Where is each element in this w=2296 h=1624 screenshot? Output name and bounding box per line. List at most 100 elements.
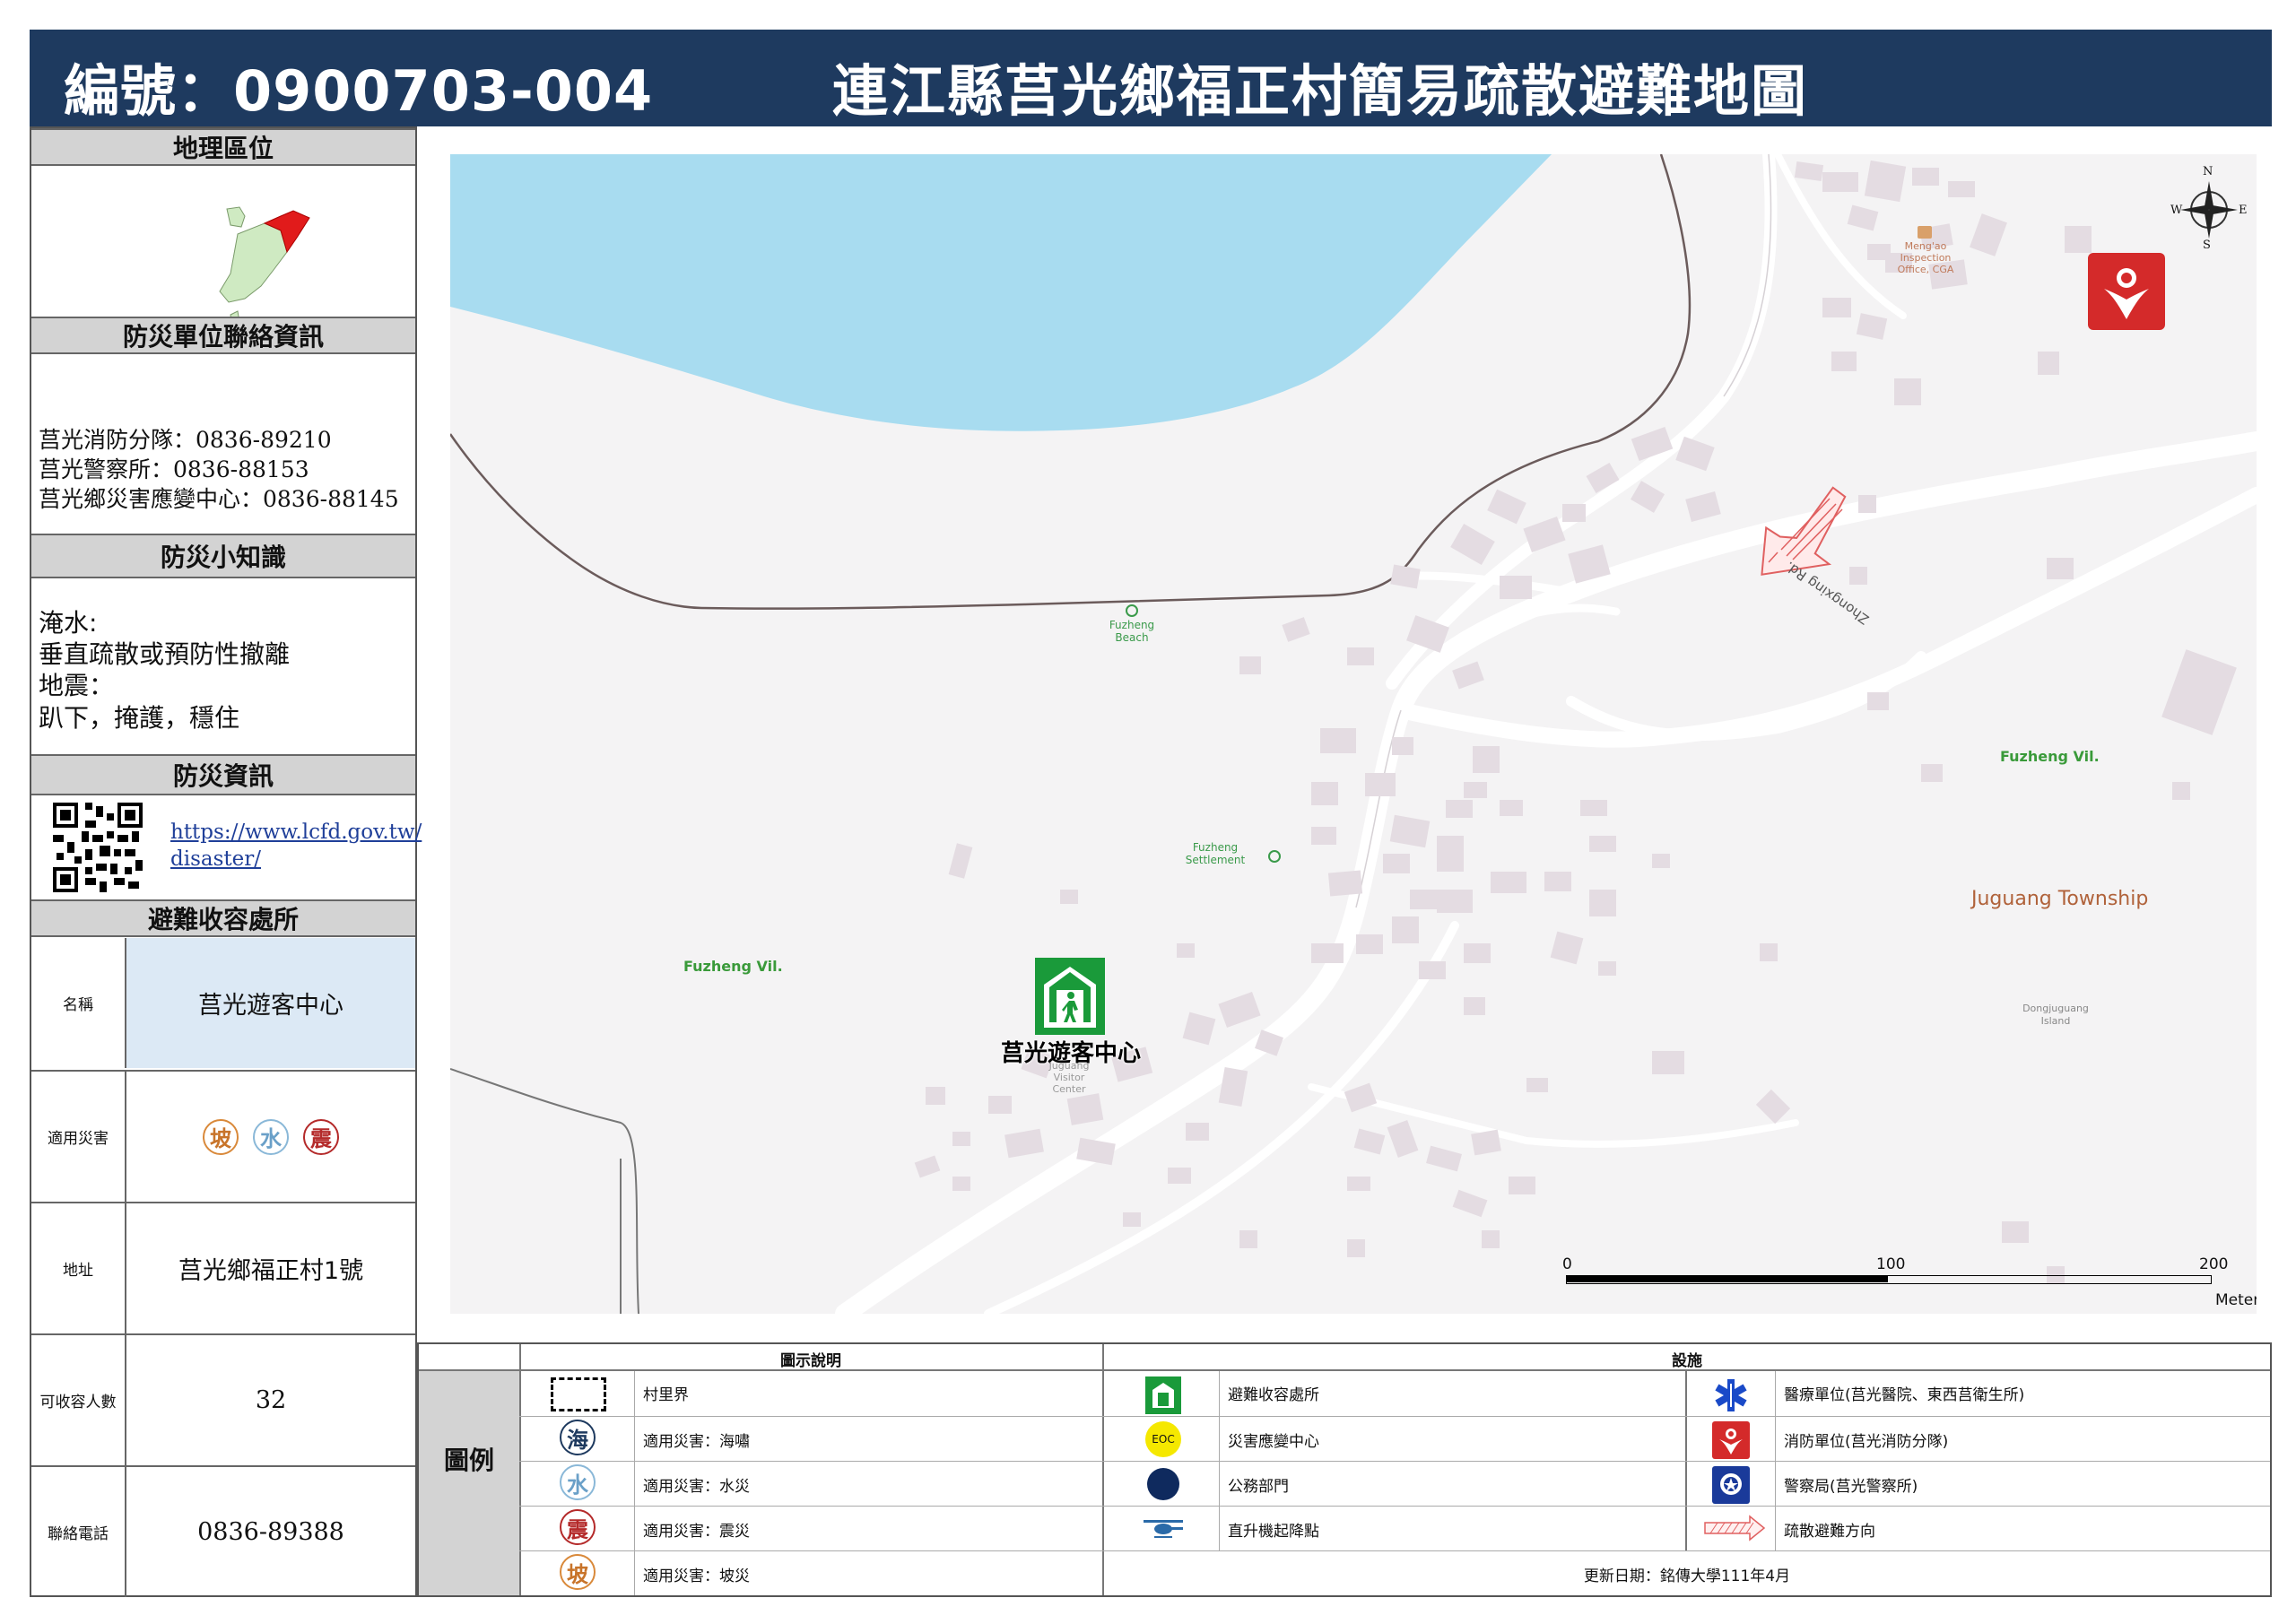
beach-poi-icon[interactable] [1126, 604, 1138, 617]
shelter-table: 名稱 莒光遊客中心 適用災害 坡 水 震 地址 莒光鄉福正村1號 可收容人數 3… [31, 938, 415, 1597]
legend-helipad: 直升機起降點 [1228, 1523, 1319, 1541]
tip-flood: 淹水: [39, 608, 98, 638]
settlement-label-line2: Settlement [1185, 854, 1246, 866]
government-office-icon [1147, 1468, 1179, 1500]
map-base [450, 154, 2257, 1314]
info-sidebar: 地理區位 防災單位聯絡資訊 莒光消防分隊：0836-89210 莒光警察所：08… [30, 126, 422, 1597]
shelter-row-name: 名稱 莒光遊客中心 [31, 938, 415, 1070]
office-label-line1: Meng'ao [1904, 240, 1947, 252]
compass-n: N [2203, 165, 2213, 178]
office-icon[interactable] [1918, 226, 1932, 239]
legend-earthquake: 適用災害：震災 [643, 1523, 750, 1541]
shelter-capacity-label: 可收容人數 [31, 1335, 126, 1465]
earthquake-hazard-icon: 震 [303, 1118, 339, 1155]
evacuation-map[interactable]: N S W E Meng'ao Inspection Office, CGA F… [450, 154, 2257, 1314]
visitor-center-en-label: Juguang Visitor Center [1042, 1060, 1096, 1095]
village-label-left: Fuzheng Vil. [683, 958, 783, 975]
earthquake-legend-icon: 震 [560, 1509, 596, 1545]
shelter-hazard-icons: 坡 水 震 [126, 1072, 415, 1202]
shelter-name-label: 名稱 [31, 938, 126, 1068]
flood-legend-glyph: 水 [560, 1464, 596, 1500]
scale-tick-200: 200 [2199, 1255, 2229, 1273]
slope-legend-glyph: 坡 [560, 1554, 596, 1590]
beach-label-line1: Fuzheng [1109, 619, 1155, 631]
shelter-phone-value: 0836-89388 [197, 1518, 344, 1546]
medical-icon [1715, 1379, 1747, 1411]
settlement-label-line1: Fuzheng [1192, 841, 1239, 854]
island-label-line2: Island [2040, 1015, 2071, 1027]
legend-eoc: 災害應變中心 [1228, 1433, 1319, 1451]
legend-fire: 消防單位(莒光消防分隊) [1784, 1433, 1949, 1451]
legend-government: 公務部門 [1228, 1478, 1289, 1496]
village-boundary-icon [550, 1376, 607, 1412]
flood-legend-icon: 水 [560, 1464, 596, 1500]
shelter-hazard-label: 適用災害 [31, 1072, 126, 1202]
scale-bar [1566, 1275, 2212, 1284]
map-code: 編號：0900703-004 [64, 58, 654, 124]
compass-e: E [2239, 204, 2248, 217]
tip-flood-action: 垂直疏散或預防性撤離 [39, 639, 291, 669]
legend-col1-head: 圖示說明 [780, 1352, 841, 1370]
qr-code-icon[interactable] [53, 803, 143, 892]
legend-flood: 適用災害：水災 [643, 1478, 750, 1496]
shelter-heading: 避難收容處所 [31, 899, 415, 937]
legend-slope: 適用災害：坡災 [643, 1568, 750, 1585]
title-bar: 編號：0900703-004 連江縣莒光鄉福正村簡易疏散避難地圖 [30, 30, 2272, 126]
info-url-line1[interactable]: https://www.lcfd.gov.tw/ [170, 821, 422, 844]
fire-department-icon[interactable] [2088, 253, 2165, 330]
shelter-name-value: 莒光遊客中心 [126, 938, 415, 1068]
township-label: Juguang Township [1971, 888, 2149, 910]
police-icon [1712, 1466, 1750, 1504]
shelter-row-address: 地址 莒光鄉福正村1號 [31, 1202, 415, 1333]
earthquake-legend-glyph: 震 [560, 1509, 596, 1545]
slope-hazard-icon: 坡 [203, 1118, 239, 1155]
tsunami-hazard-icon: 海 [560, 1420, 596, 1455]
fire-unit-icon [1712, 1421, 1750, 1459]
shelter-icon[interactable] [1035, 958, 1105, 1035]
contact-eoc: 莒光鄉災害應變中心：0836-88145 [39, 486, 399, 512]
info-url-line2[interactable]: disaster/ [170, 847, 261, 871]
legend-village-boundary: 村里界 [643, 1386, 689, 1404]
legend-panel: 圖例 圖示說明 設施 海 水 震 坡 村里界 適用災害：海嘯 適用災害：水災 適… [417, 1342, 2272, 1597]
contact-fire: 莒光消防分隊：0836-89210 [39, 427, 332, 453]
scale-tick-100: 100 [1876, 1255, 1906, 1273]
evacuation-direction-legend-icon [1704, 1515, 1766, 1541]
office-label-line2: Inspection [1900, 252, 1952, 264]
village-label-right: Fuzheng Vil. [2000, 748, 2100, 765]
legend-tsunami: 適用災害：海嘯 [643, 1433, 750, 1451]
shelter-address-label: 地址 [31, 1203, 126, 1333]
legend-medical: 醫療單位(莒光醫院、東西莒衛生所) [1784, 1386, 2025, 1404]
shelter-phone-label: 聯絡電話 [31, 1467, 126, 1597]
helipad-icon [1144, 1520, 1183, 1538]
flood-hazard-icon: 水 [253, 1118, 289, 1155]
tip-quake: 地震： [39, 671, 115, 700]
settlement-label: Fuzheng Settlement [1175, 841, 1256, 866]
island-label: Dongjuguang Island [2011, 1003, 2100, 1028]
settlement-poi-icon[interactable] [1268, 850, 1281, 863]
visitor-en-line3: Center [1052, 1083, 1086, 1095]
contact-police: 莒光警察所：0836-88153 [39, 456, 309, 482]
update-date: 更新日期：銘傳大學111年4月 [1583, 1568, 1791, 1585]
visitor-en-line1: Juguang [1048, 1060, 1090, 1072]
map-title: 連江縣莒光鄉福正村簡易疏散避難地圖 [832, 58, 1809, 124]
shelter-capacity-value: 32 [255, 1386, 287, 1414]
scale-tick-0: 0 [1562, 1255, 1572, 1273]
shelter-row-phone: 聯絡電話 0836-89388 [31, 1465, 415, 1597]
island-label-line1: Dongjuguang [2022, 1003, 2089, 1014]
legend-police: 警察局(莒光警察所) [1784, 1478, 1918, 1496]
contacts-heading: 防災單位聯絡資訊 [31, 317, 415, 354]
slope-legend-icon: 坡 [560, 1554, 596, 1590]
tip-quake-action: 趴下，掩護，穩住 [39, 703, 240, 733]
visitor-en-line2: Visitor [1053, 1072, 1085, 1083]
shelter-legend-icon [1145, 1376, 1181, 1414]
legend-shelter: 避難收容處所 [1228, 1386, 1319, 1404]
beach-label-line2: Beach [1115, 631, 1149, 644]
tips-heading: 防災小知識 [31, 534, 415, 578]
legend-col2-head: 設施 [1672, 1352, 1702, 1370]
tsunami-hazard-glyph: 海 [560, 1420, 596, 1455]
shelter-row-capacity: 可收容人數 32 [31, 1333, 415, 1465]
location-heading: 地理區位 [31, 128, 415, 166]
office-label: Meng'ao Inspection Office, CGA [1885, 240, 1966, 275]
compass-s: S [2203, 239, 2211, 252]
scale-unit: Meters [2215, 1291, 2257, 1309]
